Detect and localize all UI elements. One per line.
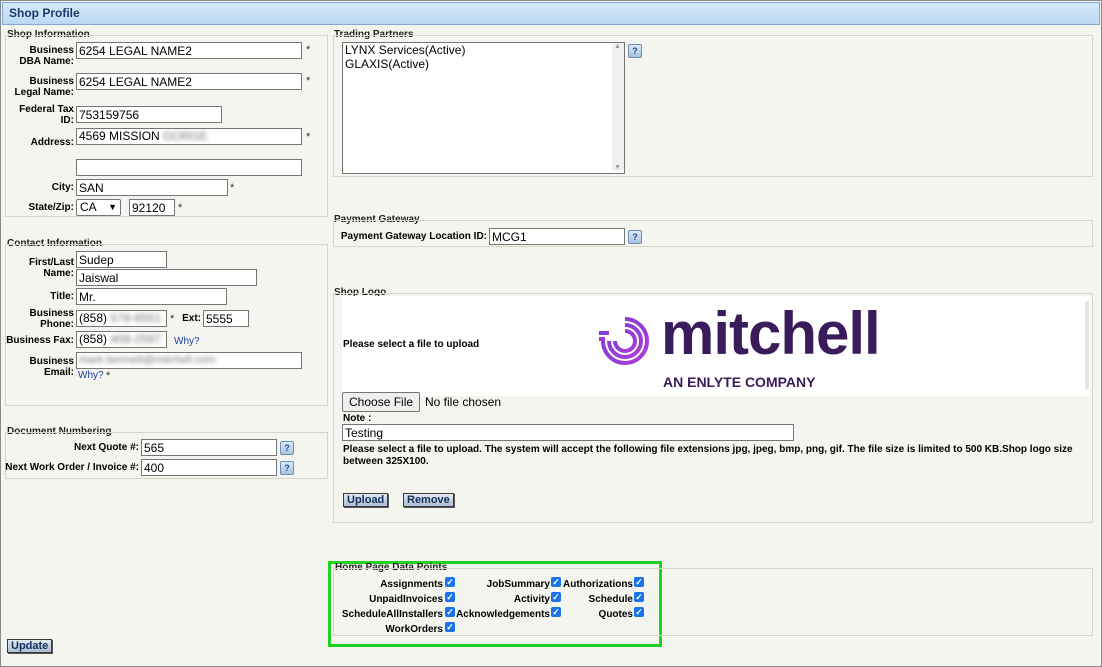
next-quote-input[interactable] bbox=[141, 439, 277, 456]
next-wo-label: Next Work Order / Invoice #: bbox=[5, 462, 139, 473]
logo-help-text: Please select a file to upload. The syst… bbox=[343, 444, 1073, 467]
required-mark: * bbox=[306, 131, 311, 143]
address-input[interactable]: 4569 MISSION GORGE bbox=[76, 128, 302, 145]
mitchell-brand-name: mitchell bbox=[661, 300, 881, 367]
required-mark: * bbox=[170, 313, 175, 325]
address-value: 4569 MISSION bbox=[79, 129, 160, 143]
datapoint-label: Authorizations bbox=[563, 579, 633, 590]
select-file-text: Please select a file to upload bbox=[343, 339, 480, 350]
list-item[interactable]: LYNX Services(Active) bbox=[345, 43, 465, 57]
state-select[interactable]: CA ▼ bbox=[76, 199, 121, 216]
trading-partners-list[interactable]: LYNX Services(Active) GLAXIS(Active) ▲ ▼ bbox=[342, 42, 625, 174]
page-title: Shop Profile bbox=[9, 6, 80, 20]
phone-label: Business Phone: bbox=[29, 308, 74, 330]
legal-name-input[interactable] bbox=[76, 73, 302, 90]
email-input[interactable]: mark.bennett@mitchell.com bbox=[76, 352, 302, 369]
shop-profile-page: Shop Profile Shop Information Business D… bbox=[0, 0, 1102, 667]
next-wo-input[interactable] bbox=[141, 459, 277, 476]
fax-why-link[interactable]: Why? bbox=[174, 336, 200, 347]
state-value: CA bbox=[80, 200, 97, 214]
title-bar: Shop Profile bbox=[2, 2, 1100, 25]
phone-redacted: 578-6551 bbox=[110, 311, 162, 325]
address-redacted: GORGE bbox=[163, 129, 208, 143]
datapoint-label: WorkOrders bbox=[385, 624, 443, 635]
scroll-up-icon[interactable]: ▲ bbox=[614, 43, 621, 50]
update-button[interactable]: Update bbox=[7, 639, 53, 653]
mitchell-logo-mark bbox=[599, 317, 649, 365]
phone-prefix: (858) bbox=[79, 311, 108, 325]
required-mark: * bbox=[306, 44, 311, 56]
jobsummary-checkbox[interactable]: ✓ bbox=[551, 577, 561, 587]
authorizations-checkbox[interactable]: ✓ bbox=[634, 577, 644, 587]
datapoint-label: Assignments bbox=[380, 579, 443, 590]
assignments-checkbox[interactable]: ✓ bbox=[445, 577, 455, 587]
help-icon[interactable]: ? bbox=[628, 230, 642, 244]
title-label: Title: bbox=[50, 291, 74, 302]
fax-redacted: 408-2587 bbox=[110, 332, 162, 346]
city-label: City: bbox=[51, 182, 74, 193]
schedule-checkbox[interactable]: ✓ bbox=[634, 592, 644, 602]
datapoint-label: UnpaidInvoices bbox=[369, 594, 443, 605]
address-label: Address: bbox=[30, 137, 74, 148]
chevron-down-icon: ▼ bbox=[108, 202, 117, 212]
title-input[interactable] bbox=[76, 288, 227, 305]
dba-name-input[interactable] bbox=[76, 42, 302, 59]
list-item[interactable]: GLAXIS(Active) bbox=[345, 57, 429, 71]
remove-button[interactable]: Remove bbox=[403, 493, 454, 507]
tax-id-label: Federal Tax ID: bbox=[19, 104, 74, 126]
required-mark: * bbox=[106, 370, 111, 382]
ext-input[interactable] bbox=[203, 310, 249, 327]
datapoint-label: Quotes bbox=[598, 609, 633, 620]
quotes-checkbox[interactable]: ✓ bbox=[634, 607, 644, 617]
address2-input[interactable] bbox=[76, 159, 302, 176]
activity-checkbox[interactable]: ✓ bbox=[551, 592, 561, 602]
datapoint-label: Acknowledgements bbox=[456, 609, 550, 620]
mitchell-logo bbox=[595, 313, 655, 372]
phone-input[interactable]: (858) 578-6551 bbox=[76, 310, 167, 327]
email-redacted: mark.bennett@mitchell.com bbox=[79, 354, 216, 366]
help-icon[interactable]: ? bbox=[628, 44, 642, 58]
dba-label: Business DBA Name: bbox=[19, 45, 74, 67]
mitchell-brand-tag: AN ENLYTE COMPANY bbox=[663, 374, 816, 390]
city-input[interactable] bbox=[76, 179, 228, 196]
help-icon[interactable]: ? bbox=[280, 441, 294, 455]
tax-id-input[interactable] bbox=[76, 106, 222, 123]
fax-label: Business Fax: bbox=[6, 335, 74, 346]
scrollbar[interactable]: ▲ ▼ bbox=[612, 43, 624, 171]
note-input[interactable] bbox=[342, 424, 794, 441]
required-mark: * bbox=[306, 75, 311, 87]
last-name-input[interactable] bbox=[76, 269, 257, 286]
scroll-down-icon[interactable]: ▼ bbox=[614, 164, 621, 171]
acknowledgements-checkbox[interactable]: ✓ bbox=[551, 607, 561, 617]
ext-label: Ext: bbox=[182, 313, 201, 324]
email-why-link[interactable]: Why? bbox=[78, 370, 104, 381]
first-name-input[interactable] bbox=[76, 251, 167, 268]
fax-input[interactable]: (858) 408-2587 bbox=[76, 331, 167, 348]
next-quote-label: Next Quote #: bbox=[73, 442, 139, 453]
unpaidinvoices-checkbox[interactable]: ✓ bbox=[445, 592, 455, 602]
zip-input[interactable] bbox=[129, 199, 175, 216]
note-label: Note : bbox=[343, 413, 372, 424]
required-mark: * bbox=[230, 182, 235, 194]
fax-prefix: (858) bbox=[79, 332, 108, 346]
help-icon[interactable]: ? bbox=[280, 461, 294, 475]
datapoint-label: JobSummary bbox=[486, 579, 550, 590]
no-file-text: No file chosen bbox=[425, 395, 502, 409]
datapoint-label: Schedule bbox=[588, 594, 633, 605]
workorders-checkbox[interactable]: ✓ bbox=[445, 622, 455, 632]
email-label: Business Email: bbox=[29, 356, 74, 378]
datapoint-label: Activity bbox=[513, 594, 550, 605]
choose-file-button[interactable]: Choose File bbox=[342, 392, 421, 412]
datapoint-label: ScheduleAllInstallers bbox=[341, 609, 443, 620]
payment-id-label: Payment Gateway Location ID: bbox=[340, 231, 487, 242]
payment-id-input[interactable] bbox=[489, 228, 625, 245]
required-mark: * bbox=[178, 202, 183, 214]
legal-name-label: Business Legal Name: bbox=[14, 76, 74, 98]
logo-scrollbar[interactable] bbox=[1085, 301, 1089, 389]
upload-button[interactable]: Upload bbox=[343, 493, 389, 507]
state-zip-label: State/Zip: bbox=[28, 202, 74, 213]
name-label: First/Last Name: bbox=[28, 257, 74, 279]
